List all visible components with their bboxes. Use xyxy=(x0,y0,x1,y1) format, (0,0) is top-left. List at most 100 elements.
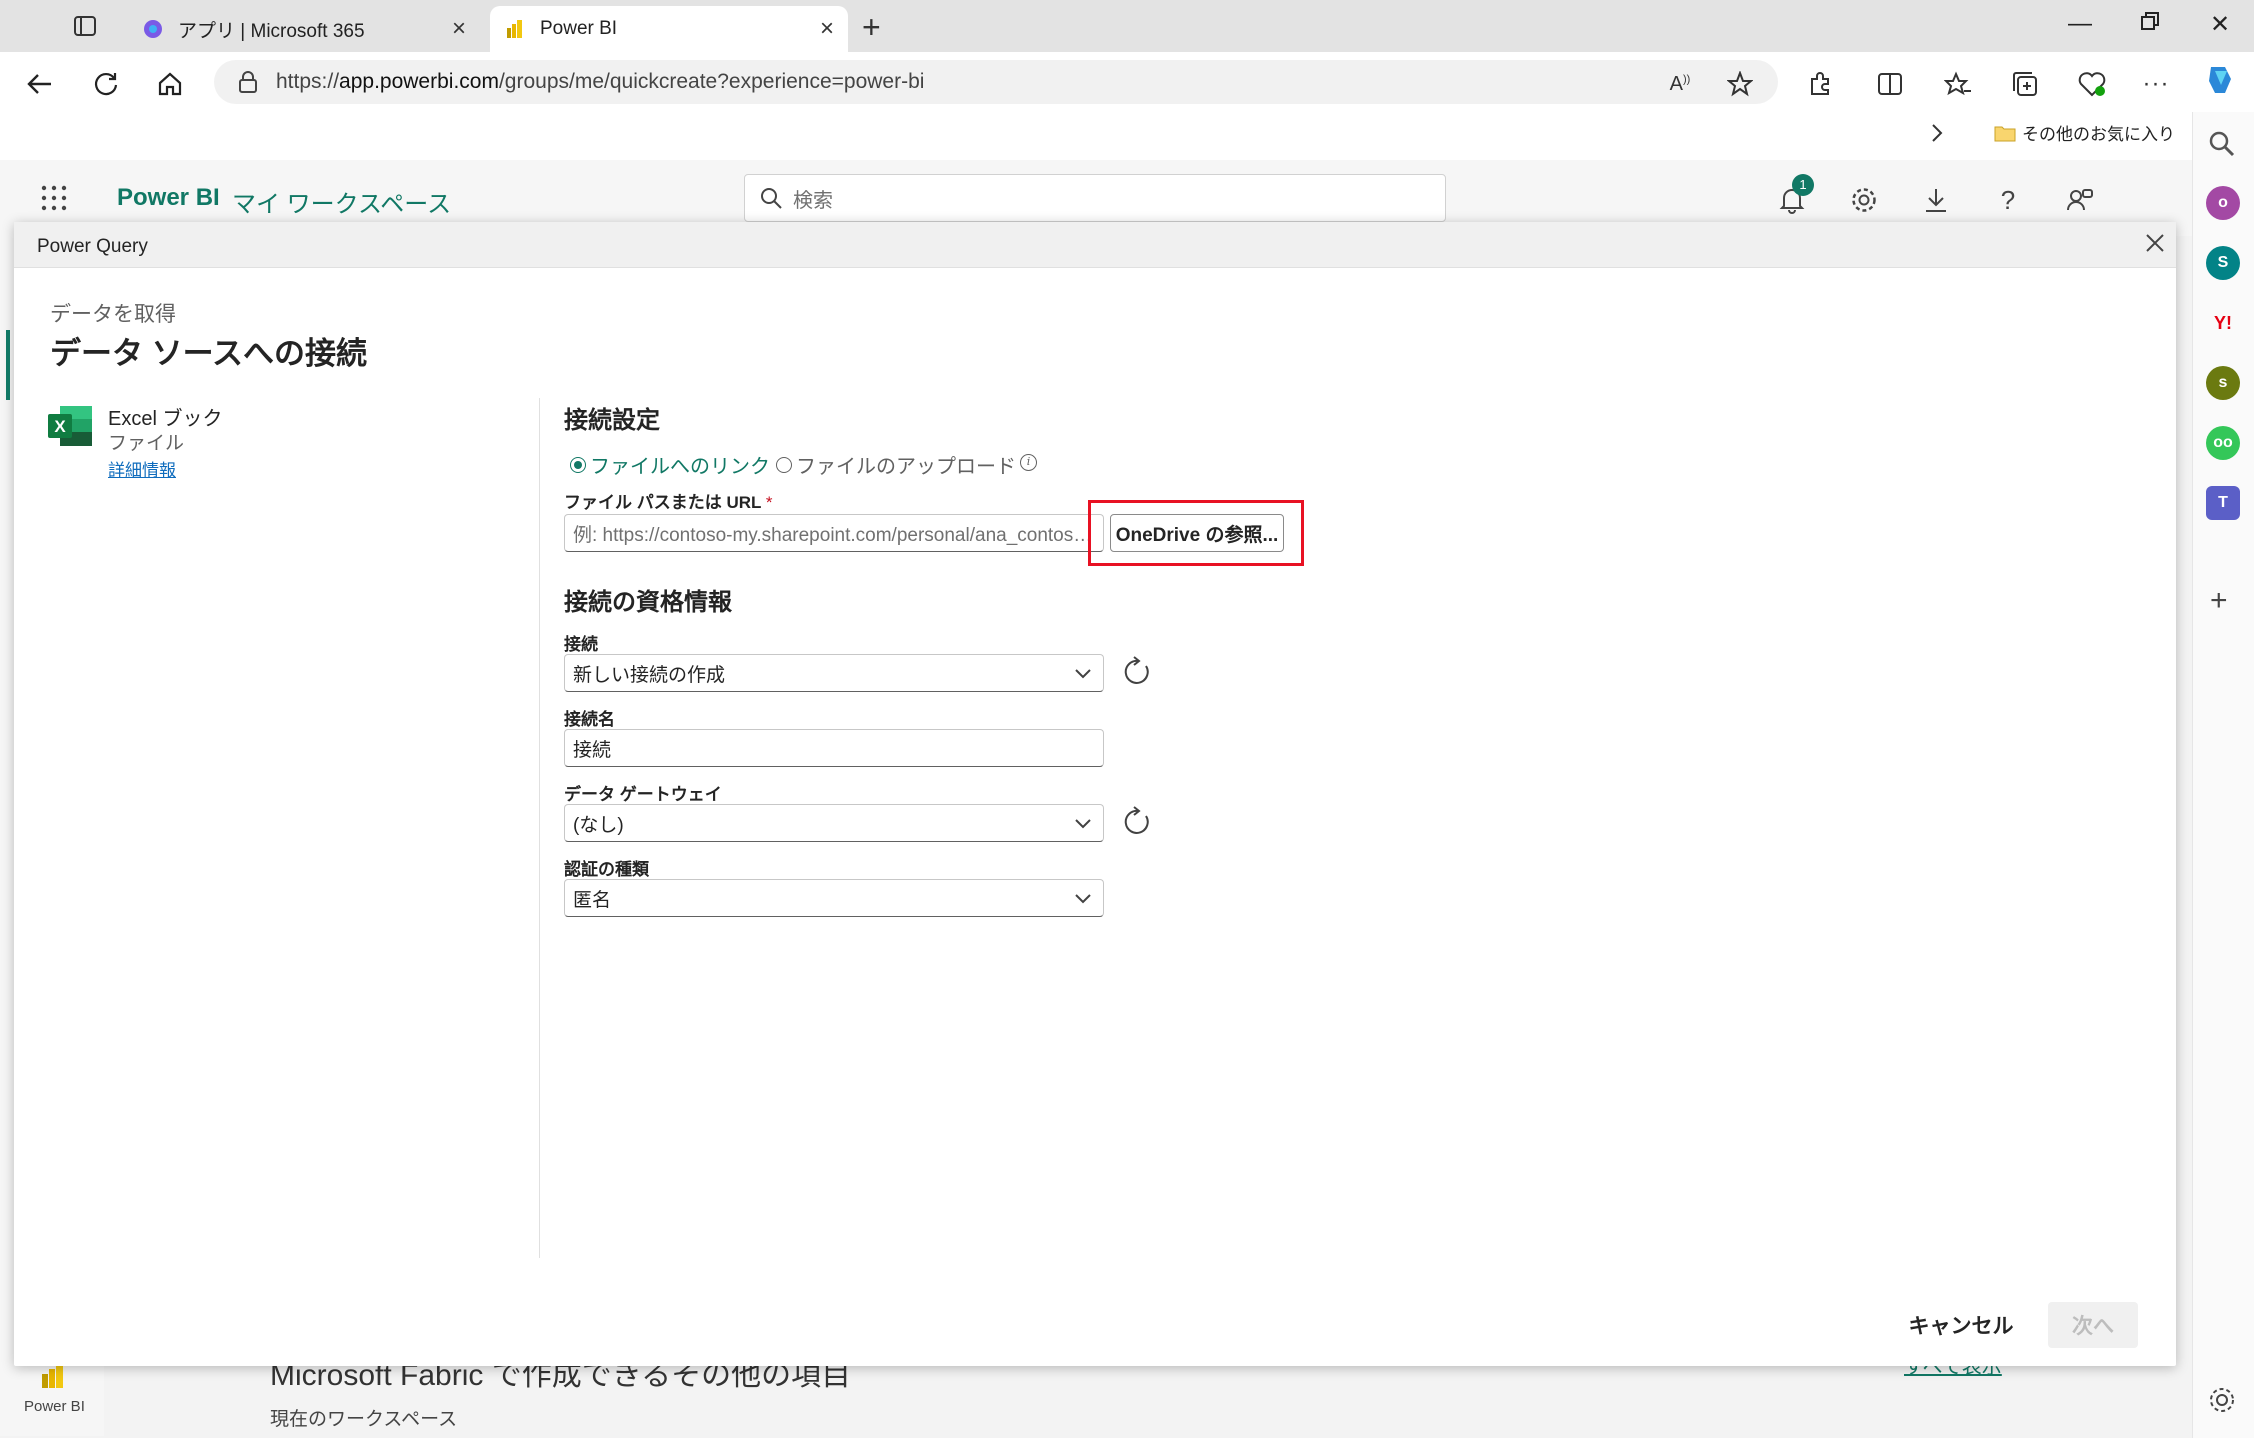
chevron-right-icon[interactable] xyxy=(1930,122,1944,144)
settings-gear-icon[interactable] xyxy=(1844,180,1884,220)
close-tab-icon[interactable]: × xyxy=(820,17,834,41)
sidebar-settings-icon[interactable] xyxy=(2208,1386,2236,1414)
connection-label: 接続 xyxy=(564,635,598,654)
minimize-icon[interactable]: — xyxy=(2060,10,2100,38)
radio-upload-file[interactable]: ファイルのアップロード xyxy=(776,450,1016,479)
gateway-dropdown[interactable]: (なし) xyxy=(564,804,1104,842)
sidebar-add-icon[interactable]: + xyxy=(2210,584,2228,618)
radio-link-to-file[interactable]: ファイルへのリンク xyxy=(570,450,770,479)
tripadvisor-icon[interactable]: oo xyxy=(2206,426,2240,460)
radio-unselected-icon xyxy=(776,456,792,473)
gateway-label: データ ゲートウェイ xyxy=(564,785,722,804)
folder-icon xyxy=(1994,126,2016,141)
search-placeholder: 検索 xyxy=(793,189,833,212)
download-icon[interactable] xyxy=(1916,180,1956,220)
background-section-subtitle: 現在のワークスペース xyxy=(270,1409,458,1430)
source-category: ファイル xyxy=(108,433,185,454)
power-query-dialog xyxy=(14,222,2176,1366)
powerbi-nav-icon[interactable] xyxy=(40,1362,66,1390)
sidebar-app-purple-icon[interactable]: o xyxy=(2206,186,2240,220)
details-link[interactable]: 詳細情報 xyxy=(108,456,176,481)
refresh-connection-icon[interactable] xyxy=(1122,656,1154,688)
svg-text:X: X xyxy=(54,417,66,436)
gateway-value: (なし) xyxy=(573,814,624,836)
excel-icon: X xyxy=(46,404,94,448)
favorite-star-icon[interactable] xyxy=(1722,66,1758,102)
microsoft365-icon xyxy=(144,20,162,38)
powerbi-nav-label[interactable]: Power BI xyxy=(24,1398,85,1415)
sharepoint-icon[interactable]: S xyxy=(2206,246,2240,280)
connection-settings-title: 接続設定 xyxy=(564,407,660,434)
lock-icon xyxy=(239,71,257,93)
address-bar[interactable]: https://app.powerbi.com/groups/me/quickc… xyxy=(214,60,1778,104)
back-icon[interactable] xyxy=(20,64,60,104)
auth-type-value: 匿名 xyxy=(573,889,612,911)
tab-actions-icon[interactable] xyxy=(74,16,96,36)
copilot-icon[interactable] xyxy=(2202,62,2238,98)
collections-icon[interactable] xyxy=(2008,66,2044,102)
chevron-down-icon xyxy=(1075,669,1091,679)
browser-tab-microsoft365[interactable]: アプリ | Microsoft 365 × xyxy=(128,6,480,52)
other-favorites-label: その他のお気に入り xyxy=(2022,125,2175,144)
powerbi-brand[interactable]: Power BI xyxy=(117,184,220,212)
dialog-title: Power Query xyxy=(37,236,148,257)
global-search-input[interactable]: 検索 xyxy=(744,174,1446,222)
chevron-down-icon xyxy=(1075,819,1091,829)
tab-label: Power BI xyxy=(540,18,618,39)
url-text: https://app.powerbi.com/groups/me/quickc… xyxy=(276,70,925,93)
connection-value: 新しい接続の作成 xyxy=(573,664,726,686)
connection-name-value: 接続 xyxy=(573,739,612,761)
tab-label: アプリ | Microsoft 365 xyxy=(178,20,365,42)
other-favorites-folder[interactable]: その他のお気に入り xyxy=(1994,120,2175,145)
file-path-placeholder: 例: https://contoso-my.sharepoint.com/per… xyxy=(573,524,1093,546)
cancel-button[interactable]: キャンセル xyxy=(1896,1302,2026,1348)
radio-upload-label: ファイルのアップロード xyxy=(796,456,1016,478)
browser-tab-powerbi[interactable]: Power BI × xyxy=(490,6,848,52)
dialog-breadcrumb: データを取得 xyxy=(50,303,176,326)
workspace-breadcrumb[interactable]: マイ ワークスペース xyxy=(232,184,451,219)
connection-dropdown[interactable]: 新しい接続の作成 xyxy=(564,654,1104,692)
more-options-icon[interactable]: ··· xyxy=(2138,66,2174,102)
notification-badge: 1 xyxy=(1792,174,1814,196)
file-path-label: ファイル パスまたは URL * xyxy=(564,493,773,512)
favorites-icon[interactable] xyxy=(1940,66,1976,102)
teams-icon[interactable]: T xyxy=(2206,486,2240,520)
dialog-titlebar xyxy=(14,222,2176,268)
extensions-icon[interactable] xyxy=(1802,66,1838,102)
restore-icon[interactable] xyxy=(2130,12,2170,30)
radio-selected-icon xyxy=(570,456,586,473)
sidebar-search-icon[interactable] xyxy=(2208,130,2236,158)
source-name: Excel ブック xyxy=(108,408,223,430)
refresh-icon[interactable] xyxy=(86,64,126,104)
info-icon[interactable]: i xyxy=(1020,454,1037,471)
file-path-input[interactable]: 例: https://contoso-my.sharepoint.com/per… xyxy=(564,514,1104,552)
next-button[interactable]: 次へ xyxy=(2048,1302,2138,1348)
auth-type-label: 認証の種類 xyxy=(564,860,649,879)
close-tab-icon[interactable]: × xyxy=(452,17,466,41)
favorites-bar xyxy=(0,112,2200,154)
search-icon xyxy=(761,188,782,209)
required-mark: * xyxy=(765,493,773,512)
help-icon[interactable]: ? xyxy=(1988,180,2028,220)
panel-divider xyxy=(539,398,540,1258)
new-tab-icon[interactable]: + xyxy=(862,11,881,43)
browser-essentials-icon[interactable] xyxy=(2074,66,2110,102)
dialog-close-icon[interactable] xyxy=(2144,232,2170,258)
highlight-annotation-box xyxy=(1088,500,1304,566)
chevron-down-icon xyxy=(1075,894,1091,904)
app-launcher-icon[interactable] xyxy=(40,184,68,212)
home-icon[interactable] xyxy=(150,64,190,104)
split-screen-icon[interactable] xyxy=(1872,66,1908,102)
refresh-gateway-icon[interactable] xyxy=(1122,806,1154,838)
feedback-icon[interactable] xyxy=(2060,180,2100,220)
dialog-heading: データ ソースへの接続 xyxy=(50,336,368,371)
sidebar-app-s-icon[interactable]: s xyxy=(2206,366,2240,400)
powerbi-icon xyxy=(507,20,522,38)
dialog-accent-bar xyxy=(6,330,10,400)
yahoo-icon[interactable]: Y! xyxy=(2206,306,2240,340)
read-aloud-icon[interactable]: A)) xyxy=(1662,66,1698,102)
connection-name-input[interactable]: 接続 xyxy=(564,729,1104,767)
auth-type-dropdown[interactable]: 匿名 xyxy=(564,879,1104,917)
close-window-icon[interactable]: ✕ xyxy=(2200,10,2240,39)
credentials-title: 接続の資格情報 xyxy=(564,589,732,616)
